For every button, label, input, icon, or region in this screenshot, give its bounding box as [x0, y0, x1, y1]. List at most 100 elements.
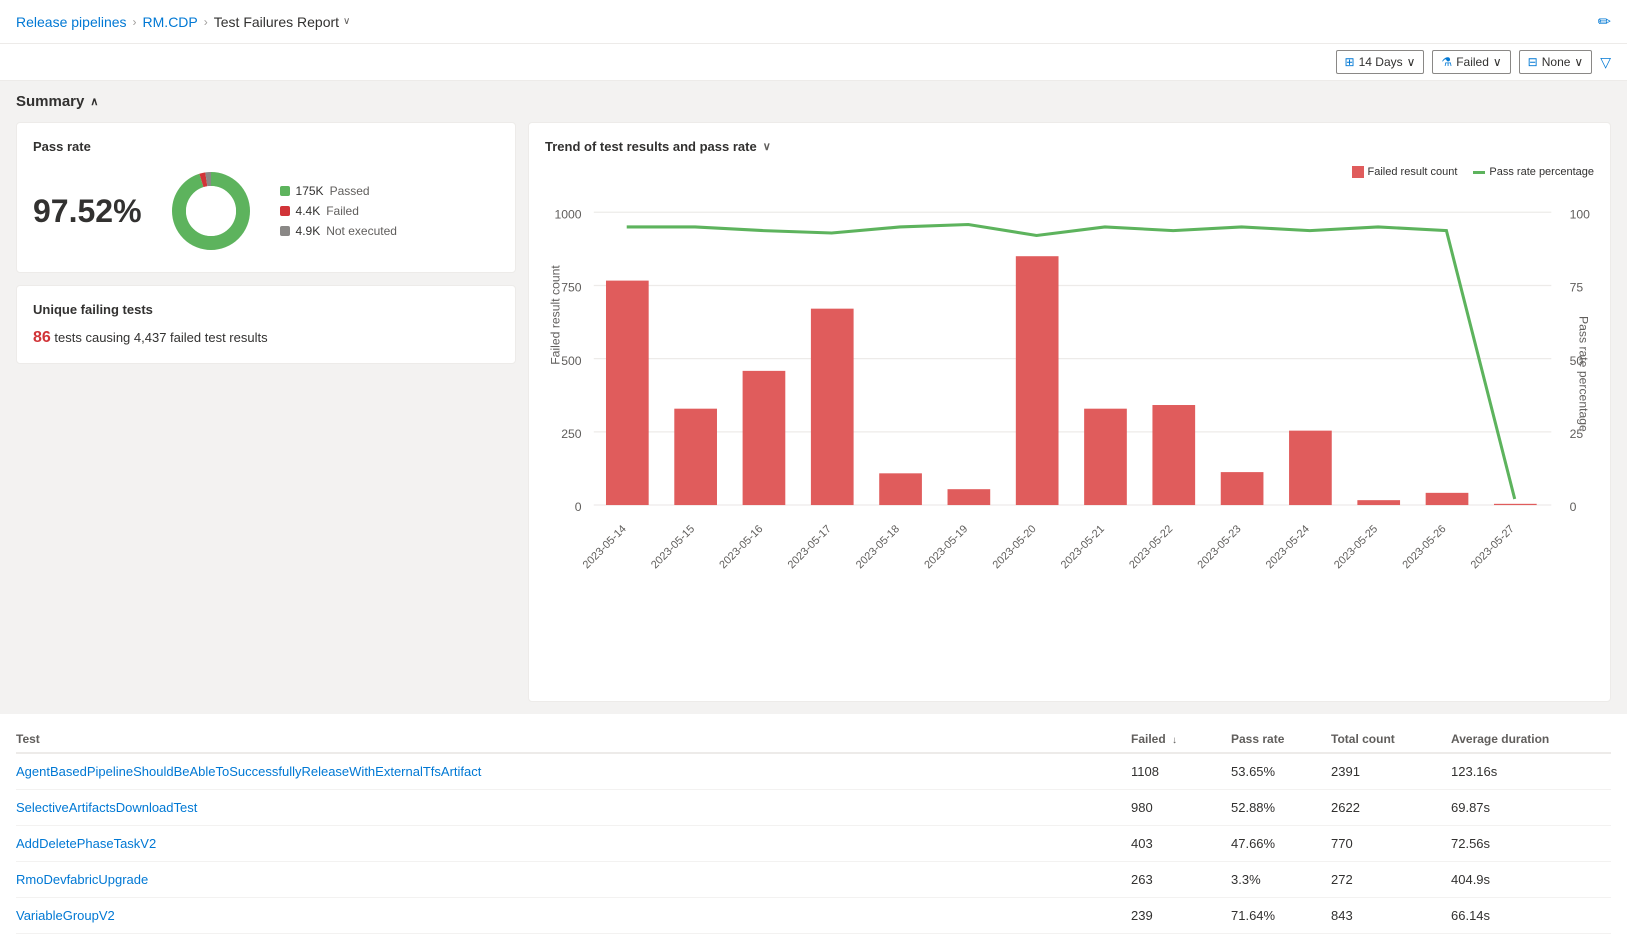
bar-3: [811, 309, 854, 505]
top-bar: Release pipelines › RM.CDP › Test Failur…: [0, 0, 1627, 44]
pass-rate-content: 97.52% 17: [33, 166, 499, 256]
chart-legend: Failed result count Pass rate percentage: [1352, 166, 1594, 178]
total-cell: 843: [1331, 908, 1451, 923]
unique-failing-number: 86: [33, 329, 51, 346]
total-cell: 2622: [1331, 800, 1451, 815]
col-header-total: Total count: [1331, 732, 1451, 746]
svg-text:2023-05-27: 2023-05-27: [1469, 523, 1517, 571]
summary-header[interactable]: Summary ∧: [16, 93, 1611, 110]
failed-cell: 980: [1131, 800, 1231, 815]
pass-rate-legend: 175K Passed 4.4K Failed 4.9K Not execute…: [280, 184, 397, 238]
test-name-cell[interactable]: AgentBasedPipelineShouldBeAbleToSuccessf…: [16, 764, 1131, 779]
group-filter-button[interactable]: ⊟ None ∨: [1519, 50, 1593, 74]
breadcrumb: Release pipelines › RM.CDP › Test Failur…: [16, 14, 350, 30]
pass-rate-line-label: Pass rate percentage: [1489, 166, 1594, 178]
bar-13: [1494, 504, 1537, 505]
col-header-failed[interactable]: Failed ↓: [1131, 732, 1231, 746]
chevron-down-icon: ∨: [343, 16, 350, 27]
toolbar: ⊞ 14 Days ∨ ⚗ Failed ∨ ⊟ None ∨ ▽: [0, 44, 1627, 81]
bar-0: [606, 281, 649, 505]
svg-text:2023-05-24: 2023-05-24: [1264, 523, 1312, 571]
table-header: Test Failed ↓ Pass rate Total count Aver…: [16, 726, 1611, 754]
failed-cell: 239: [1131, 908, 1231, 923]
days-chevron-icon: ∨: [1407, 55, 1416, 69]
not-executed-label: Not executed: [326, 224, 397, 238]
svg-text:75: 75: [1570, 281, 1584, 295]
failed-cell: 403: [1131, 836, 1231, 851]
svg-text:Pass rate percentage: Pass rate percentage: [1576, 316, 1590, 432]
bar-7: [1084, 409, 1127, 505]
donut-chart: [166, 166, 256, 256]
failed-label: Failed: [326, 204, 359, 218]
svg-text:Failed result count: Failed result count: [549, 265, 563, 365]
svg-text:0: 0: [575, 500, 582, 514]
pass-rate-value: 97.52%: [33, 193, 142, 230]
chart-chevron-icon[interactable]: ∨: [763, 140, 771, 153]
left-cards: Pass rate 97.52%: [16, 122, 516, 702]
chart-area: Failed result count Pass rate percentage…: [545, 166, 1594, 685]
outcome-chevron-icon: ∨: [1493, 55, 1502, 69]
breadcrumb-link-1[interactable]: Release pipelines: [16, 14, 127, 30]
legend-not-executed: 4.9K Not executed: [280, 224, 397, 238]
duration-cell: 72.56s: [1451, 836, 1611, 851]
pass-rate-cell: 71.64%: [1231, 908, 1331, 923]
breadcrumb-sep-2: ›: [204, 15, 208, 29]
filter-icon[interactable]: ▽: [1600, 54, 1611, 71]
test-name-cell[interactable]: VariableGroupV2: [16, 908, 1131, 923]
pass-rate-cell: 53.65%: [1231, 764, 1331, 779]
table-section: Test Failed ↓ Pass rate Total count Aver…: [0, 714, 1627, 946]
total-cell: 2391: [1331, 764, 1451, 779]
svg-text:2023-05-17: 2023-05-17: [786, 523, 834, 571]
bar-1: [674, 409, 717, 505]
svg-text:2023-05-22: 2023-05-22: [1127, 523, 1175, 571]
failed-count: 4.4K: [296, 204, 321, 218]
days-filter-label: 14 Days: [1359, 55, 1403, 69]
bar-8: [1152, 405, 1195, 505]
filter-outcome-icon: ⚗: [1441, 55, 1452, 69]
edit-icon[interactable]: ✏: [1598, 12, 1611, 32]
outcome-filter-button[interactable]: ⚗ Failed ∨: [1432, 50, 1510, 74]
test-name-cell[interactable]: SelectiveArtifactsDownloadTest: [16, 800, 1131, 815]
sort-icon: ↓: [1172, 735, 1177, 746]
bar-9: [1221, 472, 1264, 505]
passed-dot: [280, 186, 290, 196]
failed-cell: 263: [1131, 872, 1231, 887]
unique-failing-desc: tests causing 4,437 failed test results: [51, 330, 268, 345]
bar-6: [1016, 256, 1059, 505]
table-row: VariableGroupV2 239 71.64% 843 66.14s: [16, 898, 1611, 934]
breadcrumb-link-2[interactable]: RM.CDP: [143, 14, 198, 30]
test-name-cell[interactable]: AddDeletePhaseTaskV2: [16, 836, 1131, 851]
svg-text:2023-05-23: 2023-05-23: [1195, 523, 1243, 571]
duration-cell: 69.87s: [1451, 800, 1611, 815]
passed-label: Passed: [330, 184, 370, 198]
legend-failed: 4.4K Failed: [280, 204, 397, 218]
legend-pass-rate-line: Pass rate percentage: [1473, 166, 1594, 178]
svg-text:2023-05-21: 2023-05-21: [1059, 523, 1107, 571]
bar-2: [743, 371, 786, 505]
unique-failing-card: Unique failing tests 86 tests causing 4,…: [16, 285, 516, 364]
failed-bar-icon: [1352, 166, 1364, 178]
days-filter-button[interactable]: ⊞ 14 Days ∨: [1336, 50, 1425, 74]
group-icon: ⊟: [1528, 55, 1538, 69]
duration-cell: 404.9s: [1451, 872, 1611, 887]
pass-rate-title: Pass rate: [33, 139, 499, 154]
bar-4: [879, 473, 922, 505]
table-body: AgentBasedPipelineShouldBeAbleToSuccessf…: [16, 754, 1611, 934]
svg-text:750: 750: [561, 281, 582, 295]
failed-dot: [280, 206, 290, 216]
table-row: SelectiveArtifactsDownloadTest 980 52.88…: [16, 790, 1611, 826]
duration-cell: 123.16s: [1451, 764, 1611, 779]
bar-12: [1426, 493, 1469, 505]
svg-text:2023-05-20: 2023-05-20: [991, 523, 1039, 571]
svg-text:2023-05-25: 2023-05-25: [1332, 523, 1380, 571]
passed-count: 175K: [296, 184, 324, 198]
test-name-cell[interactable]: RmoDevfabricUpgrade: [16, 872, 1131, 887]
bar-chart-svg: 1000 750 500 250 0 100 75 50 25 0 Failed…: [545, 194, 1594, 682]
pass-rate-cell: 47.66%: [1231, 836, 1331, 851]
legend-passed: 175K Passed: [280, 184, 397, 198]
pass-rate-line-icon: [1473, 171, 1485, 174]
svg-text:0: 0: [1570, 500, 1577, 514]
chart-card: Trend of test results and pass rate ∨ Fa…: [528, 122, 1611, 702]
breadcrumb-current-label: Test Failures Report: [214, 14, 339, 30]
not-executed-count: 4.9K: [296, 224, 321, 238]
